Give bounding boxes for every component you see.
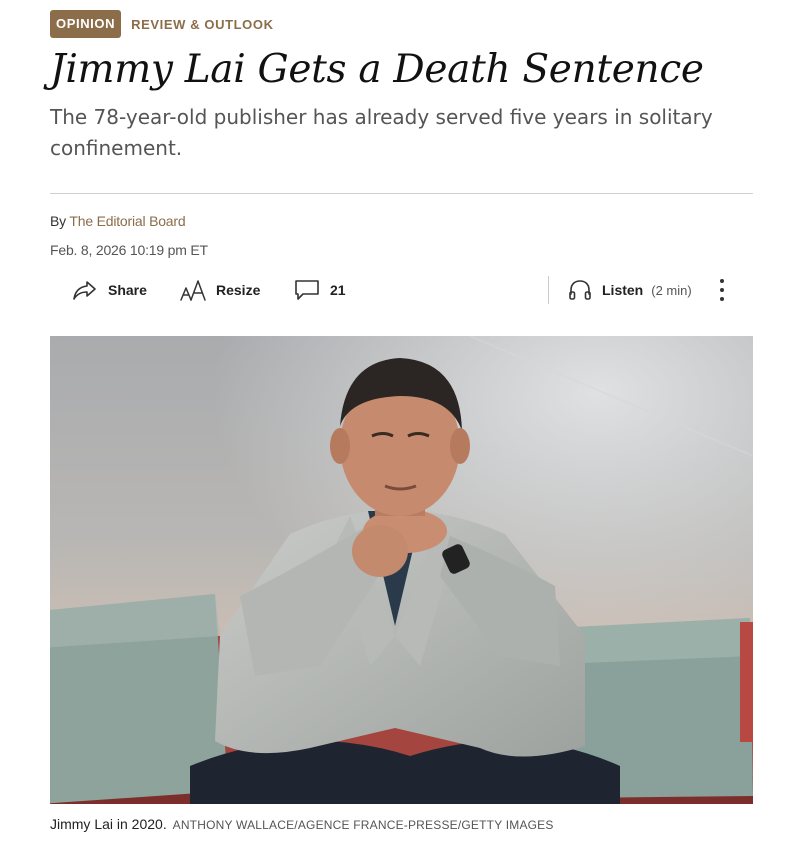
- article-photo: [50, 336, 753, 804]
- more-options-button[interactable]: [716, 274, 728, 306]
- article-kicker: Opinion Review & Outlook: [50, 10, 274, 38]
- publish-date: Feb. 8, 2026 10:19 pm ET: [50, 242, 208, 258]
- text-resize-icon: [180, 278, 208, 302]
- share-label: Share: [108, 282, 147, 298]
- photo-credit: ANTHONY WALLACE/AGENCE FRANCE-PRESSE/GET…: [172, 818, 554, 832]
- listen-button[interactable]: Listen (2 min): [568, 274, 692, 306]
- author-link[interactable]: The Editorial Board: [69, 213, 185, 229]
- comment-bubble-icon: [294, 278, 320, 302]
- photo-caption: Jimmy Lai in 2020. ANTHONY WALLACE/AGENC…: [50, 816, 554, 832]
- article-headline: Jimmy Lai Gets a Death Sentence: [50, 47, 704, 92]
- toolbar-separator: [548, 276, 549, 304]
- comments-count: 21: [330, 282, 346, 298]
- article-dek: The 78-year-old publisher has already se…: [50, 105, 713, 160]
- article-toolbar: Share Resize 21 Listen (2 min): [72, 274, 752, 306]
- listen-label: Listen: [602, 282, 644, 298]
- share-arrow-icon: [72, 279, 98, 301]
- headphones-icon: [568, 278, 592, 302]
- caption-text: Jimmy Lai in 2020.: [50, 816, 167, 832]
- photo-illustration: [50, 336, 753, 804]
- divider: [50, 193, 753, 194]
- share-button[interactable]: Share: [72, 274, 147, 306]
- byline: By The Editorial Board: [50, 213, 186, 233]
- resize-label: Resize: [216, 282, 261, 298]
- byline-prefix: By: [50, 213, 66, 229]
- comments-button[interactable]: 21: [294, 274, 346, 306]
- resize-button[interactable]: Resize: [180, 274, 260, 306]
- listen-duration: (2 min): [651, 282, 692, 298]
- section-link[interactable]: Review & Outlook: [131, 17, 274, 32]
- opinion-badge[interactable]: Opinion: [50, 10, 122, 38]
- vertical-ellipsis-icon: [716, 277, 728, 303]
